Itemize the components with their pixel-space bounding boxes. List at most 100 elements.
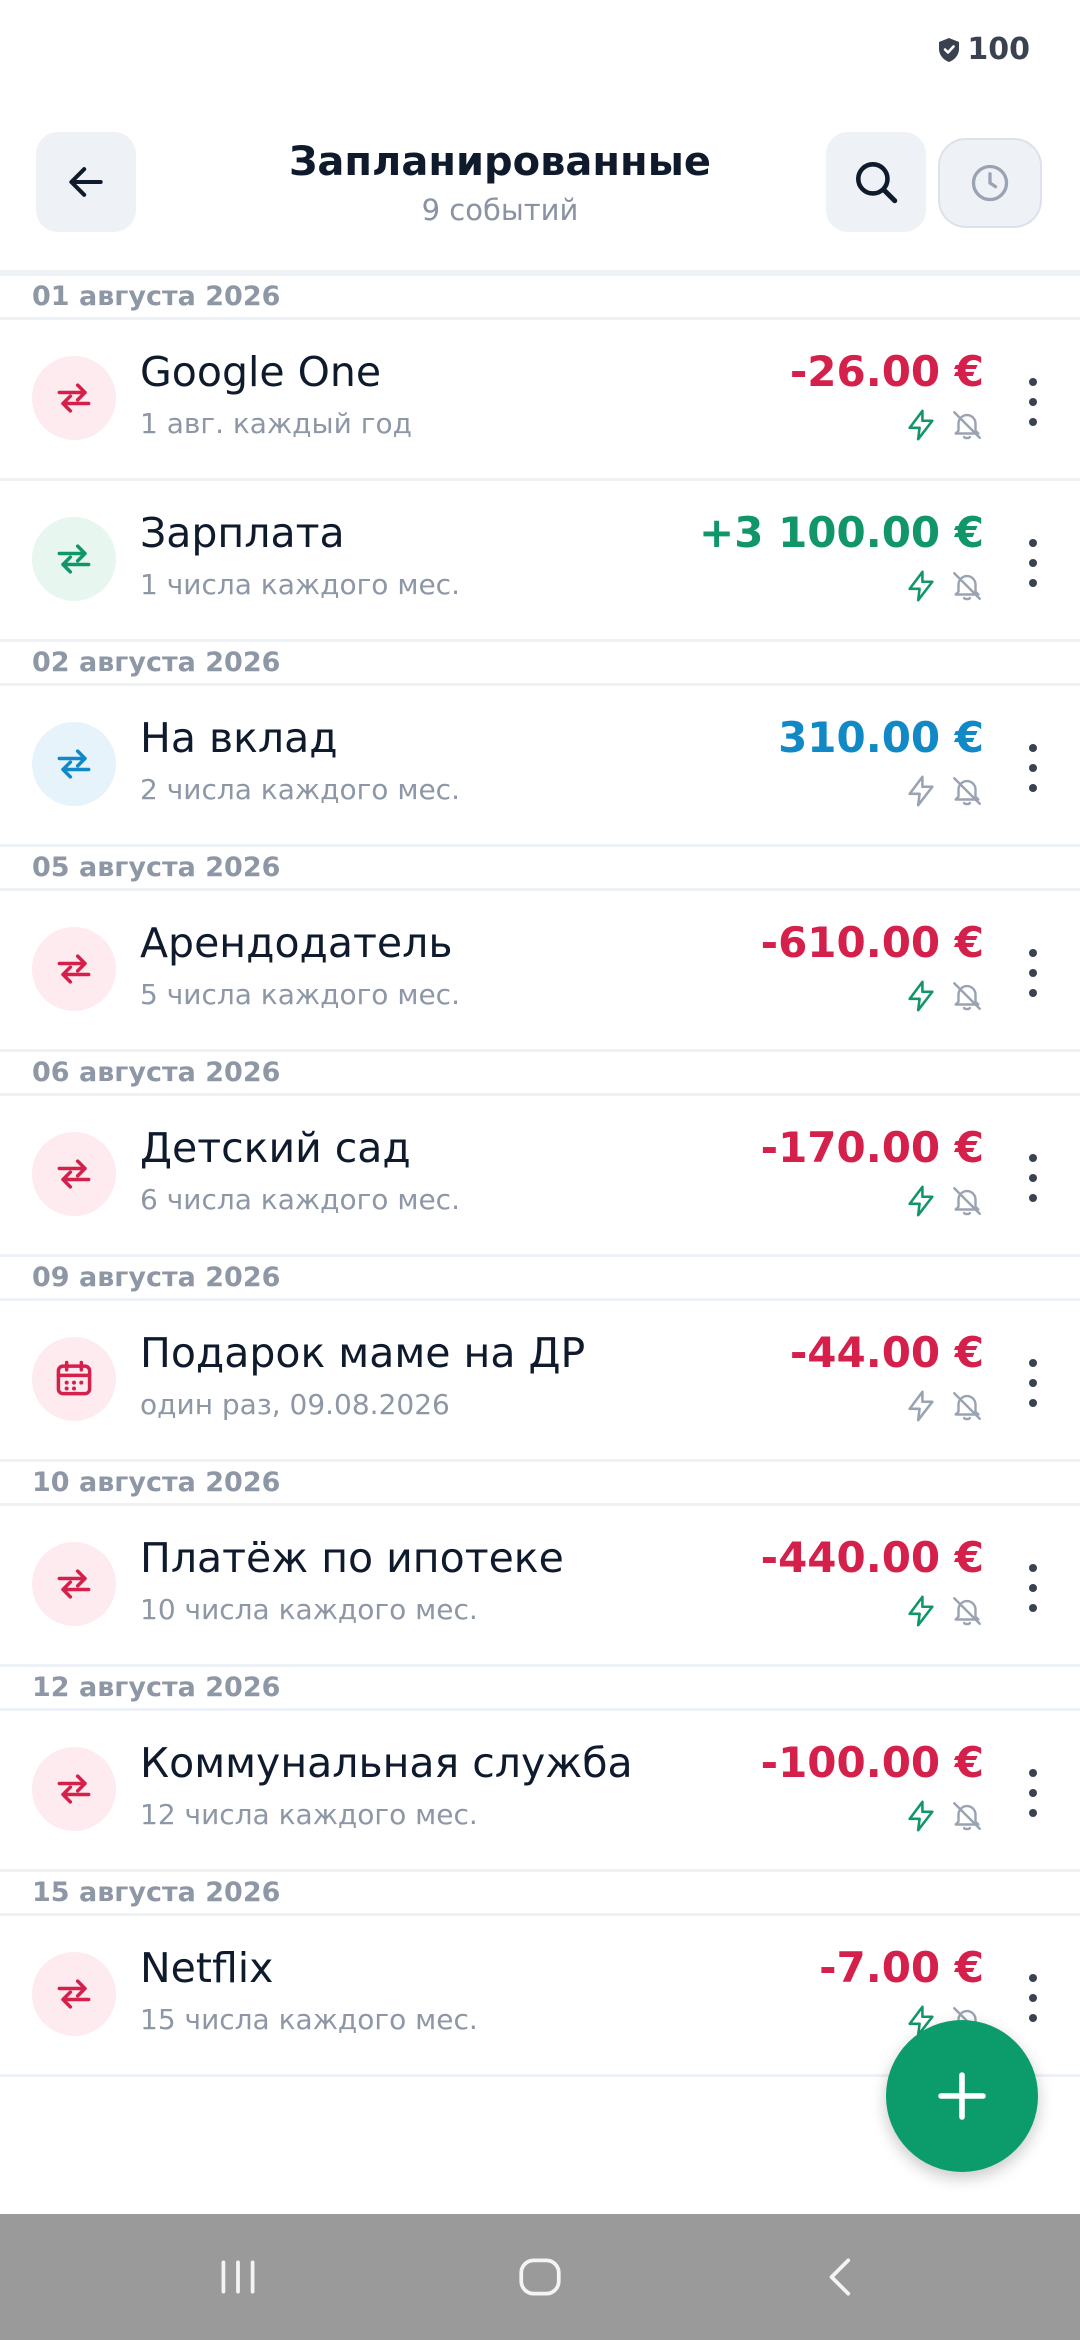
bell-off-icon	[953, 1392, 981, 1421]
system-nav-bar	[0, 2214, 1080, 2340]
item-amount: -7.00 €	[819, 1943, 984, 1992]
item-schedule: 6 числа каждого мес.	[140, 1183, 460, 1216]
repeat-icon	[57, 749, 91, 779]
bolt-icon	[908, 1390, 934, 1422]
title-block: Запланированные 9 событий	[200, 136, 800, 230]
item-flags	[904, 1594, 984, 1628]
date-group-header: 06 августа 2026	[0, 1052, 1080, 1096]
scheduled-item[interactable]: Детский сад 6 числа каждого мес. -170.00…	[0, 1096, 1080, 1257]
scheduled-item[interactable]: Платёж по ипотеке 10 числа каждого мес. …	[0, 1506, 1080, 1667]
item-name: Арендодатель	[140, 919, 453, 967]
status-bar: 100	[0, 0, 1080, 110]
search-icon	[856, 162, 898, 204]
item-schedule: 1 авг. каждый год	[140, 407, 412, 440]
more-options-button[interactable]	[1026, 1974, 1040, 2022]
more-options-button[interactable]	[1026, 539, 1040, 587]
item-schedule: 12 числа каждого мес.	[140, 1798, 478, 1831]
more-options-button[interactable]	[1026, 1154, 1040, 1202]
item-flags	[904, 774, 984, 808]
item-amount: -440.00 €	[760, 1533, 984, 1582]
repeat-icon	[57, 1159, 91, 1189]
bolt-icon	[908, 1595, 934, 1627]
item-type-icon	[32, 927, 116, 1011]
bolt-icon	[908, 775, 934, 807]
home-icon	[519, 2258, 561, 2296]
item-type-icon	[32, 1337, 116, 1421]
repeat-icon	[57, 1569, 91, 1599]
item-type-icon	[32, 1747, 116, 1831]
item-name: Детский сад	[140, 1124, 411, 1172]
scheduled-item[interactable]: Зарплата 1 числа каждого мес. +3 100.00 …	[0, 481, 1080, 642]
clock-icon	[971, 164, 1009, 202]
item-amount: -610.00 €	[760, 918, 984, 967]
plus-icon	[938, 2072, 986, 2120]
item-type-icon	[32, 356, 116, 440]
item-name: Подарок маме на ДР	[140, 1329, 586, 1377]
more-options-button[interactable]	[1026, 744, 1040, 792]
item-schedule: 1 числа каждого мес.	[140, 568, 460, 601]
item-type-icon	[32, 1132, 116, 1216]
item-amount: -100.00 €	[760, 1738, 984, 1787]
bolt-icon	[908, 570, 934, 602]
more-options-button[interactable]	[1026, 378, 1040, 426]
scheduled-item[interactable]: Коммунальная служба 12 числа каждого мес…	[0, 1711, 1080, 1872]
scheduled-item[interactable]: На вклад 2 числа каждого мес. 310.00 €	[0, 686, 1080, 847]
item-schedule: 10 числа каждого мес.	[140, 1593, 478, 1626]
search-button[interactable]	[826, 132, 926, 232]
item-type-icon	[32, 1542, 116, 1626]
repeat-icon	[57, 1774, 91, 1804]
item-type-icon	[32, 1952, 116, 2036]
repeat-icon	[57, 383, 91, 413]
nav-home-button[interactable]	[500, 2244, 580, 2310]
bell-off-icon	[953, 1597, 981, 1626]
header: Запланированные 9 событий	[0, 132, 1080, 236]
nav-back-button[interactable]	[802, 2244, 882, 2310]
bolt-icon	[908, 409, 934, 441]
more-options-button[interactable]	[1026, 1564, 1040, 1612]
scheduled-item[interactable]: Google One 1 авг. каждый год -26.00 €	[0, 320, 1080, 481]
add-button[interactable]	[886, 2020, 1038, 2172]
item-name: Коммунальная служба	[140, 1739, 633, 1787]
chevron-left-icon	[829, 2258, 851, 2296]
bell-off-icon	[953, 411, 981, 440]
more-options-button[interactable]	[1026, 1769, 1040, 1817]
item-amount: +3 100.00 €	[699, 508, 984, 557]
bolt-icon	[908, 1185, 934, 1217]
nav-recents-button[interactable]	[198, 2244, 278, 2310]
back-button[interactable]	[36, 132, 136, 232]
date-group-header: 05 августа 2026	[0, 847, 1080, 891]
item-name: На вклад	[140, 714, 338, 762]
date-group-header: 10 августа 2026	[0, 1462, 1080, 1506]
item-name: Netflix	[140, 1944, 274, 1992]
battery-indicator: 100	[937, 32, 1030, 67]
repeat-icon	[57, 544, 91, 574]
bolt-icon	[908, 980, 934, 1012]
bell-off-icon	[953, 1802, 981, 1831]
scheduled-item[interactable]: Подарок маме на ДР один раз, 09.08.2026 …	[0, 1301, 1080, 1462]
item-amount: -44.00 €	[789, 1328, 984, 1377]
more-options-button[interactable]	[1026, 1359, 1040, 1407]
bolt-icon	[908, 1800, 934, 1832]
history-button[interactable]	[938, 138, 1042, 228]
arrow-left-icon	[69, 167, 103, 197]
repeat-icon	[57, 1979, 91, 2009]
date-group-header: 01 августа 2026	[0, 276, 1080, 320]
item-flags	[904, 1799, 984, 1833]
bell-off-icon	[953, 982, 981, 1011]
more-options-button[interactable]	[1026, 949, 1040, 997]
item-type-icon	[32, 517, 116, 601]
calendar-icon	[56, 1360, 92, 1396]
item-flags	[904, 1389, 984, 1423]
item-name: Google One	[140, 348, 382, 396]
date-group-header: 12 августа 2026	[0, 1667, 1080, 1711]
recents-icon	[221, 2260, 255, 2294]
page-subtitle: 9 событий	[421, 193, 579, 227]
battery-level: 100	[967, 32, 1030, 67]
item-name: Платёж по ипотеке	[140, 1534, 564, 1582]
item-schedule: 15 числа каждого мес.	[140, 2003, 478, 2036]
shield-icon	[939, 37, 960, 62]
bell-off-icon	[953, 1187, 981, 1216]
bell-off-icon	[953, 572, 981, 601]
scheduled-list: 01 августа 2026 Google One 1 авг. каждый…	[0, 276, 1080, 2077]
scheduled-item[interactable]: Арендодатель 5 числа каждого мес. -610.0…	[0, 891, 1080, 1052]
